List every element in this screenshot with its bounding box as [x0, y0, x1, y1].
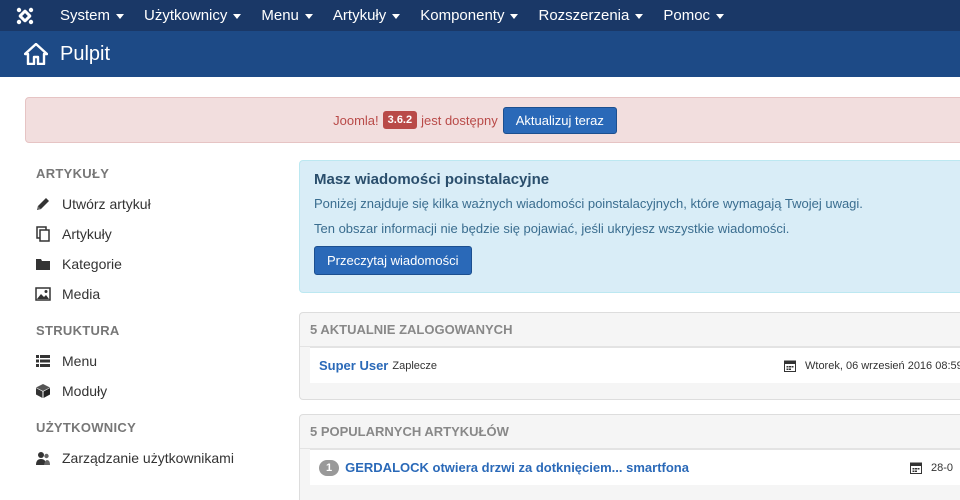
menu-menus[interactable]: Menu — [251, 0, 323, 31]
list-icon — [34, 353, 52, 369]
page-title: Pulpit — [60, 42, 111, 65]
postinstall-hint: Ten obszar informacji nie będzie się poj… — [314, 221, 790, 236]
article-link[interactable]: GERDALOCK otwiera drzwi za dotknięciem..… — [345, 460, 689, 475]
logged-users-module: 5 AKTUALNIE ZALOGOWANYCH Super User Zapl… — [299, 312, 960, 400]
caret-down-icon — [716, 14, 725, 19]
update-alert: Joomla! 3.6.2 jest dostępny Aktualizuj t… — [25, 97, 960, 143]
sidebar: ARTYKUŁY Utwórz artykuł Artykuły Kategor… — [0, 155, 290, 473]
user-location: Zaplecze — [392, 359, 438, 372]
copy-icon — [34, 226, 52, 242]
menu-extensions[interactable]: Rozszerzenia — [528, 0, 653, 31]
sidebar-item-menus[interactable]: Menu — [0, 346, 290, 376]
caret-down-icon — [233, 14, 242, 19]
joomla-logo-icon[interactable] — [0, 0, 50, 31]
folder-icon — [34, 256, 52, 272]
update-now-button[interactable]: Aktualizuj teraz — [502, 106, 617, 134]
top-menu-bar: System Użytkownicy Menu Artykuły Kompone… — [0, 0, 960, 31]
module-heading: 5 AKTUALNIE ZALOGOWANYCH — [300, 313, 960, 347]
caret-down-icon — [392, 14, 401, 19]
table-row: 1 GERDALOCK otwiera drzwi za dotknięciem… — [310, 449, 960, 485]
sidebar-heading-articles: ARTYKUŁY — [36, 166, 110, 181]
table-row: Super User Zaplecze Wtorek, 06 wrzesień … — [310, 347, 960, 383]
sidebar-heading-users: UŻYTKOWNICY — [36, 420, 137, 435]
user-link[interactable]: Super User — [319, 358, 388, 373]
home-icon — [24, 43, 48, 65]
sidebar-item-new-article[interactable]: Utwórz artykuł — [0, 189, 290, 219]
calendar-icon — [784, 360, 796, 372]
alert-prefix: Joomla! — [333, 112, 379, 128]
caret-down-icon — [304, 14, 313, 19]
read-messages-button[interactable]: Przeczytaj wiadomości — [314, 246, 472, 275]
sidebar-item-articles[interactable]: Artykuły — [0, 219, 290, 249]
module-heading: 5 POPULARNYCH ARTYKUŁÓW — [300, 415, 960, 449]
sidebar-item-categories[interactable]: Kategorie — [0, 249, 290, 279]
sidebar-item-user-manager[interactable]: Zarządzanie użytkownikami — [0, 443, 290, 473]
popular-articles-module: 5 POPULARNYCH ARTYKUŁÓW 1 GERDALOCK otwi… — [299, 414, 960, 500]
postinstall-title: Masz wiadomości poinstalacyjne — [314, 171, 550, 188]
postinstall-panel: Masz wiadomości poinstalacyjne Poniżej z… — [299, 160, 960, 293]
menu-system[interactable]: System — [50, 0, 134, 31]
postinstall-text: Poniżej znajduje się kilka ważnych wiado… — [314, 196, 863, 211]
menu-help[interactable]: Pomoc — [653, 0, 734, 31]
pencil-icon — [34, 196, 52, 212]
sidebar-item-modules[interactable]: Moduły — [0, 376, 290, 406]
login-date: Wtorek, 06 wrzesień 2016 08:59 — [784, 360, 960, 372]
caret-down-icon — [635, 14, 644, 19]
article-date: 28-0 — [910, 462, 953, 474]
menu-content[interactable]: Artykuły — [323, 0, 410, 31]
image-icon — [34, 286, 52, 302]
sidebar-heading-structure: STRUKTURA — [36, 323, 120, 338]
hits-badge: 1 — [319, 459, 340, 476]
calendar-icon — [910, 462, 922, 474]
alert-suffix: jest dostępny — [421, 112, 498, 128]
page-header: Pulpit — [0, 31, 960, 77]
menu-users[interactable]: Użytkownicy — [134, 0, 251, 31]
version-badge: 3.6.2 — [382, 111, 418, 129]
sidebar-item-media[interactable]: Media — [0, 279, 290, 309]
menu-components[interactable]: Komponenty — [410, 0, 528, 31]
caret-down-icon — [116, 14, 125, 19]
users-icon — [34, 450, 52, 466]
caret-down-icon — [510, 14, 519, 19]
cube-icon — [34, 383, 52, 399]
